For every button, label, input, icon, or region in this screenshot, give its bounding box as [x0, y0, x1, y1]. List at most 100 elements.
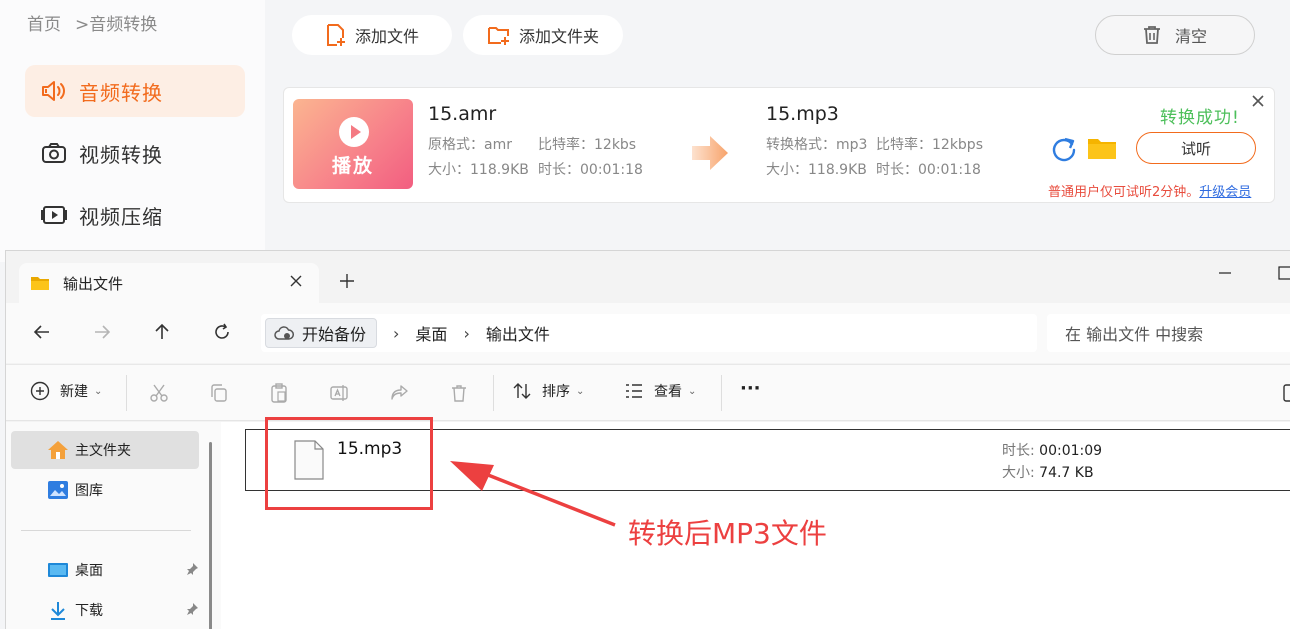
- converter-app: 首页 >音频转换 音频转换 视频转换 视频压缩 添加文件 添加文件夹 清空 播放…: [0, 0, 1290, 262]
- open-folder-icon[interactable]: [1087, 135, 1117, 165]
- minimize-icon[interactable]: [1218, 265, 1232, 284]
- source-format: 原格式：amr: [428, 137, 512, 153]
- breadcrumb-current: >音频转换: [75, 15, 158, 35]
- target-bitrate: 比特率：12kbps: [876, 137, 983, 153]
- cloud-backup-icon: [274, 325, 294, 341]
- file-explorer-window: 输出文件 开始备份 › 桌面 › 输出文件 在 输出文件 中搜索 新建 ⌄ 排序…: [5, 250, 1290, 629]
- add-folder-icon: [487, 24, 511, 46]
- view-button[interactable]: 查看 ⌄: [624, 381, 696, 401]
- sidebar-item-video-compress[interactable]: 视频压缩: [25, 189, 245, 241]
- nav-item-home[interactable]: 主文件夹: [11, 431, 199, 469]
- pin-icon[interactable]: [185, 602, 199, 620]
- new-tab-icon[interactable]: [339, 273, 355, 293]
- source-size: 大小：118.9KB: [428, 162, 529, 178]
- tab-output-folder[interactable]: 输出文件: [19, 263, 319, 303]
- navigation-pane: 主文件夹 图库 桌面 下载: [6, 422, 221, 629]
- backup-label: 开始备份: [302, 325, 367, 344]
- paste-icon[interactable]: [269, 383, 289, 407]
- new-label: 新建: [60, 384, 88, 400]
- nav-scrollbar[interactable]: [209, 442, 212, 629]
- search-input[interactable]: 在 输出文件 中搜索: [1047, 314, 1290, 352]
- close-icon[interactable]: [1250, 93, 1266, 109]
- nav-item-desktop[interactable]: 桌面: [11, 551, 199, 589]
- add-folder-label: 添加文件夹: [518, 27, 599, 46]
- listen-button[interactable]: 试听: [1136, 132, 1256, 164]
- nav-item-downloads[interactable]: 下载: [11, 591, 199, 629]
- status-success: 转换成功!: [1160, 108, 1240, 128]
- camera-icon: [41, 142, 67, 164]
- delete-icon[interactable]: [449, 383, 469, 407]
- address-segment-output[interactable]: 输出文件: [486, 321, 550, 345]
- back-arrow-icon[interactable]: [33, 323, 51, 345]
- convert-arrow-icon: [692, 136, 728, 174]
- folder-icon: [31, 276, 49, 290]
- sort-button[interactable]: 排序 ⌄: [512, 381, 584, 401]
- play-thumbnail[interactable]: 播放: [293, 99, 413, 189]
- nav-label: 主文件夹: [75, 443, 131, 459]
- up-arrow-icon[interactable]: [153, 323, 171, 345]
- sidebar-item-label: 视频转换: [79, 142, 163, 167]
- target-duration: 时长：00:01:18: [876, 162, 981, 178]
- sidebar-item-audio-convert[interactable]: 音频转换: [25, 65, 245, 117]
- refresh-icon[interactable]: [213, 323, 231, 345]
- nav-divider: [21, 530, 191, 531]
- clear-button[interactable]: 清空: [1095, 15, 1255, 55]
- add-file-icon: [325, 23, 347, 47]
- upgrade-link[interactable]: 升级会员: [1199, 185, 1251, 200]
- video-compress-icon: [41, 204, 67, 226]
- play-icon: [339, 117, 369, 147]
- address-toolbar: 开始备份 › 桌面 › 输出文件 在 输出文件 中搜索: [6, 303, 1290, 363]
- desktop-icon: [47, 560, 69, 580]
- new-button[interactable]: 新建 ⌄: [30, 381, 102, 401]
- source-bitrate: 比特率：12kbs: [538, 137, 637, 153]
- add-file-label: 添加文件: [354, 27, 419, 46]
- app-main: 添加文件 添加文件夹 清空 播放 15.amr 原格式：amr 比特率：12kb…: [265, 0, 1290, 262]
- more-button[interactable]: ···: [740, 378, 761, 399]
- home-icon: [47, 440, 69, 460]
- address-bar[interactable]: 开始备份 › 桌面 › 输出文件: [261, 314, 1037, 352]
- file-duration: 时长: 00:01:09: [1002, 443, 1103, 459]
- target-format: 转换格式：mp3: [766, 137, 868, 153]
- address-segment-desktop[interactable]: 桌面: [415, 321, 447, 345]
- clear-label: 清空: [1174, 27, 1207, 46]
- tab-close-icon[interactable]: [289, 274, 303, 292]
- trial-notice: 普通用户仅可试听2分钟。升级会员: [1048, 185, 1252, 200]
- sidebar-item-label: 视频压缩: [79, 204, 163, 229]
- thumb-label: 播放: [331, 155, 374, 177]
- source-duration: 时长：00:01:18: [538, 162, 643, 178]
- sidebar-item-label: 音频转换: [79, 80, 163, 105]
- source-file-name: 15.amr: [428, 103, 497, 125]
- gallery-icon: [47, 480, 69, 500]
- copy-icon[interactable]: [209, 383, 229, 407]
- download-icon: [47, 600, 69, 620]
- chevron-right-icon: ›: [463, 323, 470, 343]
- nav-label: 图库: [75, 483, 103, 499]
- add-file-button[interactable]: 添加文件: [292, 15, 452, 55]
- sort-label: 排序: [542, 384, 570, 400]
- nav-label: 桌面: [75, 563, 103, 579]
- app-sidebar: 首页 >音频转换 音频转换 视频转换 视频压缩: [0, 0, 265, 262]
- rename-icon[interactable]: [329, 383, 349, 407]
- add-folder-button[interactable]: 添加文件夹: [463, 15, 623, 55]
- view-label: 查看: [654, 384, 682, 400]
- trash-icon: [1143, 25, 1161, 45]
- backup-chip[interactable]: 开始备份: [265, 318, 378, 348]
- view-list-icon: [624, 381, 644, 401]
- maximize-icon[interactable]: [1278, 265, 1290, 284]
- breadcrumb: 首页 >音频转换: [27, 10, 157, 35]
- sidebar-item-video-convert[interactable]: 视频转换: [25, 127, 245, 179]
- details-pane-icon[interactable]: [1283, 383, 1290, 407]
- breadcrumb-home[interactable]: 首页: [27, 15, 61, 35]
- chevron-right-icon: ›: [393, 323, 400, 343]
- pin-icon[interactable]: [185, 562, 199, 580]
- file-size: 大小: 74.7 KB: [1002, 465, 1094, 481]
- annotation-label: 转换后MP3文件: [628, 517, 827, 550]
- cut-icon[interactable]: [149, 383, 169, 407]
- conversion-task-card: 播放 15.amr 原格式：amr 比特率：12kbs 大小：118.9KB 时…: [283, 87, 1275, 203]
- forward-arrow-icon[interactable]: [93, 323, 111, 345]
- share-icon[interactable]: [389, 383, 409, 407]
- nav-item-gallery[interactable]: 图库: [11, 471, 199, 509]
- refresh-icon[interactable]: [1050, 136, 1078, 168]
- annotation-arrow-icon: [450, 455, 620, 534]
- nav-label: 下载: [75, 603, 103, 619]
